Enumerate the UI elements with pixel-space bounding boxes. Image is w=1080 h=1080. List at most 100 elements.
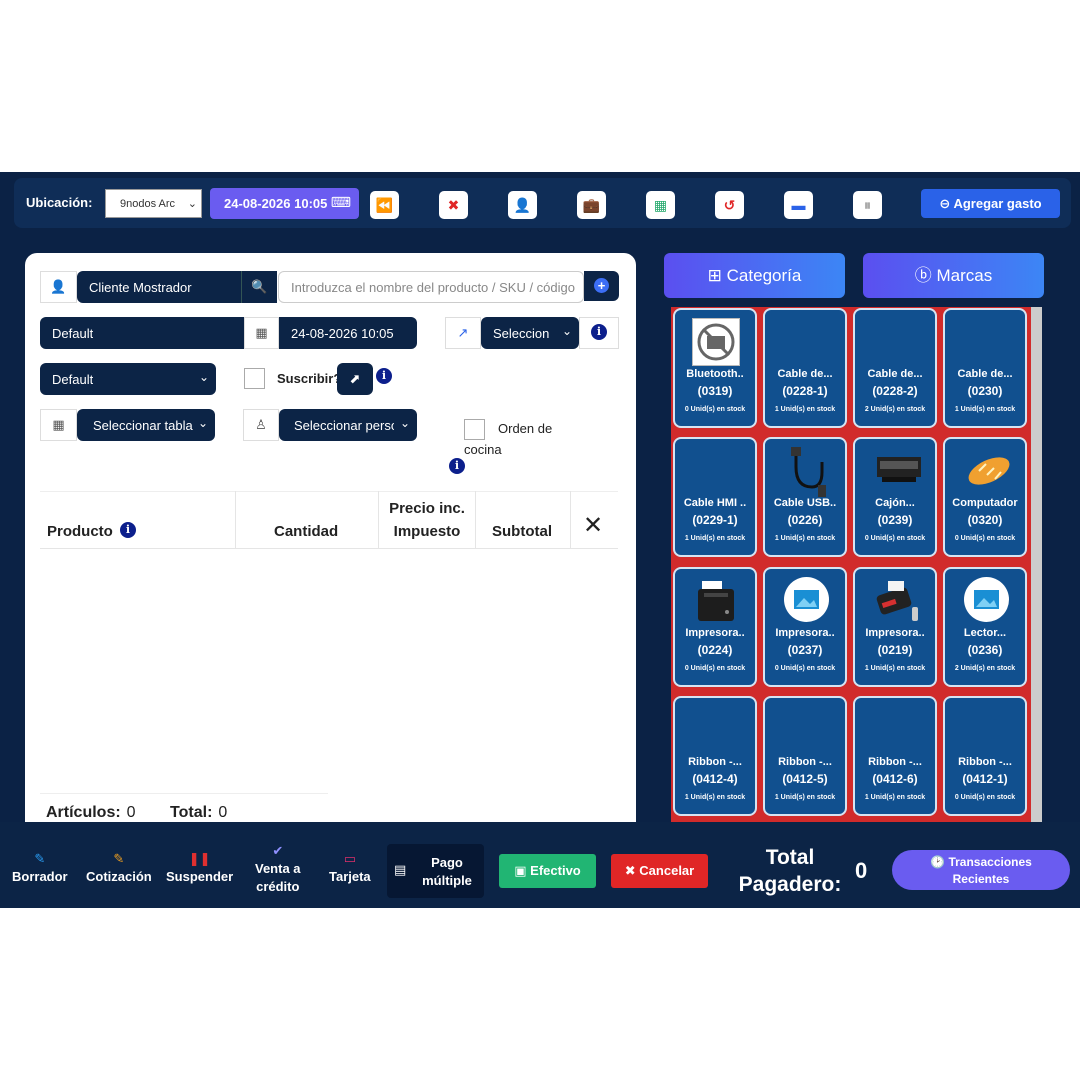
brands-button[interactable]: ⓑ Marcas bbox=[863, 253, 1044, 298]
header-remove[interactable]: ✕ bbox=[571, 491, 618, 549]
product-name: Cable USB.. bbox=[773, 497, 837, 509]
location-select[interactable]: 9nodos Arc ⌄ bbox=[105, 189, 202, 218]
briefcase-button[interactable]: 💼 bbox=[577, 191, 606, 219]
product-code: (0228-2) bbox=[872, 384, 918, 398]
credit-label-line2: crédito bbox=[256, 879, 300, 894]
kitchen-info-icon[interactable]: i bbox=[449, 458, 465, 474]
cancel-button[interactable]: ✖ Cancelar bbox=[611, 854, 708, 888]
product-stock: 1 Unid(s) en stock bbox=[774, 535, 836, 542]
product-tile[interactable]: Cable de... (0228-1) 1 Unid(s) en stock bbox=[763, 308, 847, 428]
price-group-select[interactable]: Default bbox=[40, 317, 244, 349]
undo-button[interactable]: ↺ bbox=[715, 191, 744, 219]
subscribe-settings-button[interactable]: ⬈ bbox=[337, 363, 373, 395]
rewind-icon: ⏪ bbox=[375, 197, 394, 213]
service-select[interactable]: Seleccion ⌄ bbox=[481, 317, 579, 349]
product-stock: 0 Unid(s) en stock bbox=[864, 535, 926, 542]
money-bill-icon: ▣ bbox=[514, 863, 527, 878]
add-expense-button[interactable]: ⊖ Agregar gasto bbox=[921, 189, 1060, 218]
product-code: (0228-1) bbox=[782, 384, 828, 398]
printer-icon bbox=[694, 577, 739, 622]
product-stock: 1 Unid(s) en stock bbox=[864, 794, 926, 801]
recent-transactions-button[interactable]: 🕑 Transacciones Recientes bbox=[892, 850, 1070, 890]
sale-date-input[interactable]: 24-08-2026 10:05 bbox=[279, 317, 417, 349]
product-tile[interactable]: Cable HMI .. (0229-1) 1 Unid(s) en stock bbox=[673, 437, 757, 557]
product-tile[interactable]: Impresora.. (0224) 0 Unid(s) en stock bbox=[673, 567, 757, 687]
product-tile[interactable]: Ribbon -... (0412-4) 1 Unid(s) en stock bbox=[673, 696, 757, 816]
product-tile[interactable]: Computador (0320) 0 Unid(s) en stock bbox=[943, 437, 1027, 557]
product-stock: 1 Unid(s) en stock bbox=[684, 535, 746, 542]
info-icon[interactable]: i bbox=[591, 324, 607, 340]
user-icon: 👤 bbox=[50, 279, 67, 294]
product-tile[interactable]: Ribbon -... (0412-5) 1 Unid(s) en stock bbox=[763, 696, 847, 816]
product-tile[interactable]: Cable USB.. (0226) 1 Unid(s) en stock bbox=[763, 437, 847, 557]
product-tile[interactable]: Ribbon -... (0412-6) 1 Unid(s) en stock bbox=[853, 696, 937, 816]
subscribe-label: Suscribir? bbox=[277, 371, 342, 386]
product-name: Ribbon -... bbox=[778, 756, 832, 768]
product-name: Cajón... bbox=[875, 497, 915, 509]
quote-button[interactable]: ✎ Cotización bbox=[86, 850, 152, 886]
product-tile[interactable]: Ribbon -... (0412-1) 0 Unid(s) en stock bbox=[943, 696, 1027, 816]
staff-select[interactable]: Seleccionar personal ⌄ bbox=[279, 409, 417, 441]
total-label: Total: bbox=[170, 804, 213, 821]
card-button[interactable]: ▭ Tarjeta bbox=[329, 850, 371, 886]
product-tile[interactable]: Bluetooth.. (0319) 0 Unid(s) en stock bbox=[673, 308, 757, 428]
external-link-icon: ⬈ bbox=[349, 371, 361, 386]
go-back-button[interactable]: ⏪ bbox=[370, 191, 399, 219]
info-box: i bbox=[579, 317, 619, 349]
total-payable-line1: Total bbox=[765, 846, 815, 869]
product-tile[interactable]: Cable de... (0230) 1 Unid(s) en stock bbox=[943, 308, 1027, 428]
product-stock: 0 Unid(s) en stock bbox=[684, 406, 746, 413]
product-tile[interactable]: Cable de... (0228-2) 2 Unid(s) en stock bbox=[853, 308, 937, 428]
price-group-value: Default bbox=[52, 326, 94, 341]
minus-circle-icon: ⊖ bbox=[939, 196, 951, 211]
product-stock: 1 Unid(s) en stock bbox=[684, 794, 746, 801]
product-stock: 0 Unid(s) en stock bbox=[774, 665, 836, 672]
kitchen-order-label-line1: Orden de bbox=[498, 421, 553, 436]
product-info-icon[interactable]: i bbox=[120, 522, 136, 538]
product-tile[interactable]: Impresora.. (0219) 1 Unid(s) en stock bbox=[853, 567, 937, 687]
add-product-button[interactable]: + bbox=[584, 271, 619, 301]
customer-select[interactable]: Cliente Mostrador 🔍 bbox=[77, 271, 277, 303]
product-stock: 2 Unid(s) en stock bbox=[954, 665, 1016, 672]
items-label: Artículos: bbox=[46, 804, 121, 821]
product-tile[interactable]: Impresora.. (0237) 0 Unid(s) en stock bbox=[763, 567, 847, 687]
items-value: 0 bbox=[126, 804, 136, 821]
pause-button[interactable]: ⏸ bbox=[853, 191, 882, 219]
product-stock: 1 Unid(s) en stock bbox=[774, 406, 836, 413]
brand-circle-icon: ⓑ bbox=[914, 266, 932, 285]
close-register-button[interactable]: ✖ bbox=[439, 191, 468, 219]
location-label: Ubicación: bbox=[26, 195, 93, 210]
customer-icon-box: 👤 bbox=[40, 271, 77, 303]
product-tile[interactable]: Cajón... (0239) 0 Unid(s) en stock bbox=[853, 437, 937, 557]
product-grid-scrollbar[interactable] bbox=[1031, 307, 1042, 832]
external-link-icon: ↗ bbox=[457, 325, 469, 340]
kitchen-order-checkbox[interactable] bbox=[464, 419, 485, 440]
draft-button[interactable]: ✎ Borrador bbox=[12, 850, 68, 886]
product-stock: 0 Unid(s) en stock bbox=[954, 535, 1016, 542]
staff-icon-box: ♙ bbox=[243, 409, 279, 441]
product-name: Cable de... bbox=[777, 368, 833, 380]
window-button[interactable]: ▬ bbox=[784, 191, 813, 219]
calculator-button[interactable]: ▦ bbox=[646, 191, 675, 219]
multi-payment-button[interactable]: ▤ Pago múltiple bbox=[387, 844, 484, 898]
suspend-button[interactable]: ❚❚ Suspender bbox=[166, 850, 233, 886]
quote-label: Cotización bbox=[86, 869, 152, 884]
cash-button[interactable]: ▣ Efectivo bbox=[499, 854, 596, 888]
product-code: (0230) bbox=[967, 384, 1003, 398]
credit-sale-button[interactable]: ✔ Venta a crédito bbox=[255, 842, 301, 896]
product-search-input[interactable]: Introduzca el nombre del producto / SKU … bbox=[278, 271, 584, 303]
subscribe-info-icon[interactable]: i bbox=[376, 368, 392, 384]
default-select[interactable]: Default ⌄ bbox=[40, 363, 216, 395]
search-customer-icon[interactable]: 🔍 bbox=[241, 271, 277, 303]
mobile-printer-icon bbox=[874, 577, 919, 622]
subscribe-checkbox[interactable] bbox=[244, 368, 265, 389]
product-code: (0412-4) bbox=[692, 772, 738, 786]
product-name: Impresora.. bbox=[685, 627, 745, 639]
add-customer-button[interactable]: 👤 bbox=[508, 191, 537, 219]
datetime-button[interactable]: 24-08-2026 10:05 ⌨ bbox=[210, 188, 359, 219]
table-select[interactable]: Seleccionar tabla ⌄ bbox=[77, 409, 215, 441]
external-link-box[interactable]: ↗ bbox=[445, 317, 481, 349]
cash-drawer-icon bbox=[874, 447, 921, 492]
product-tile[interactable]: Lector... (0236) 2 Unid(s) en stock bbox=[943, 567, 1027, 687]
category-button[interactable]: ⊞ Categoría bbox=[664, 253, 845, 298]
